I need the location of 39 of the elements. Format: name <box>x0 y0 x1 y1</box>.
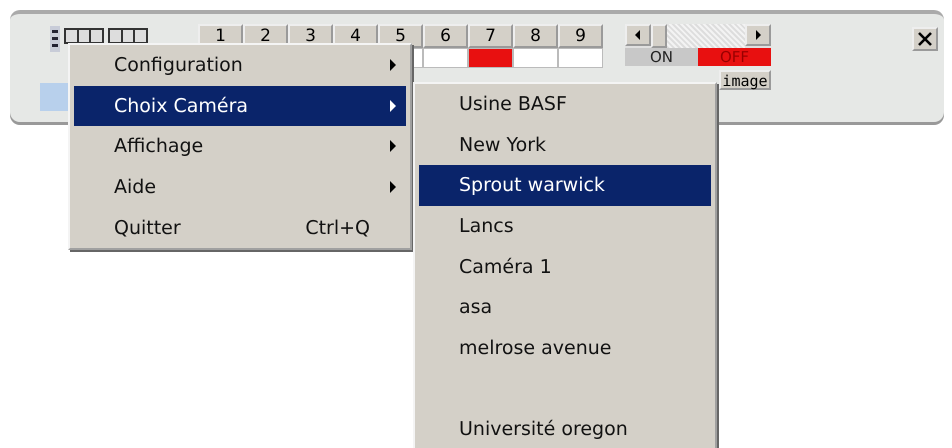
menu-item[interactable]: Configuration <box>74 45 406 86</box>
channel-button[interactable]: 8 <box>513 24 558 48</box>
menu-item-label: Configuration <box>114 54 244 76</box>
scrollbar[interactable] <box>625 24 771 48</box>
close-icon <box>918 32 932 46</box>
menu-item[interactable]: Université oregon <box>419 408 711 448</box>
menu-item-label: Quitter <box>114 216 182 239</box>
submenu-arrow-icon <box>390 140 396 152</box>
menu-item[interactable]: Caméra 1 <box>419 246 711 287</box>
channel-button[interactable]: 6 <box>423 24 468 48</box>
menu-item[interactable]: melrose avenue <box>419 328 711 368</box>
menu-item[interactable]: New York <box>419 124 711 166</box>
scroll-left-icon[interactable] <box>625 24 651 46</box>
menu-item-label: Affichage <box>114 135 204 158</box>
scroll-right-icon[interactable] <box>745 24 771 46</box>
submenu-arrow-icon <box>390 181 396 194</box>
scroll-thumb[interactable] <box>651 24 667 48</box>
layout-icon[interactable] <box>108 28 148 44</box>
menu-item[interactable]: Lancs <box>419 206 711 246</box>
submenu-arrow-icon <box>390 59 396 72</box>
on-indicator[interactable]: ON <box>625 48 698 66</box>
menu-item[interactable]: Sprout warwick <box>419 165 711 206</box>
menu-item[interactable]: Aide <box>74 166 406 208</box>
menu-item-label: Aide <box>114 176 158 198</box>
menu-item[interactable]: Affichage <box>74 126 406 167</box>
channel-button[interactable]: 9 <box>558 24 603 48</box>
menu-item[interactable]: Quitter Ctrl+Q <box>74 207 406 248</box>
shortcut-label: Ctrl+Q <box>305 216 370 239</box>
channel-button[interactable]: 7 <box>468 24 513 48</box>
menu-item-label: Choix Caméra <box>114 94 250 117</box>
selection-strip <box>40 83 68 111</box>
menu-icon[interactable] <box>50 26 60 52</box>
image-button[interactable]: image <box>719 70 771 90</box>
layout-icon[interactable] <box>64 28 104 44</box>
menu-item[interactable]: Choix Caméra <box>74 86 406 126</box>
menu-item[interactable]: Usine BASF <box>419 84 711 125</box>
menu-item[interactable]: asa <box>419 286 711 328</box>
submenu-arrow-icon <box>390 100 396 112</box>
close-button[interactable] <box>912 27 938 51</box>
